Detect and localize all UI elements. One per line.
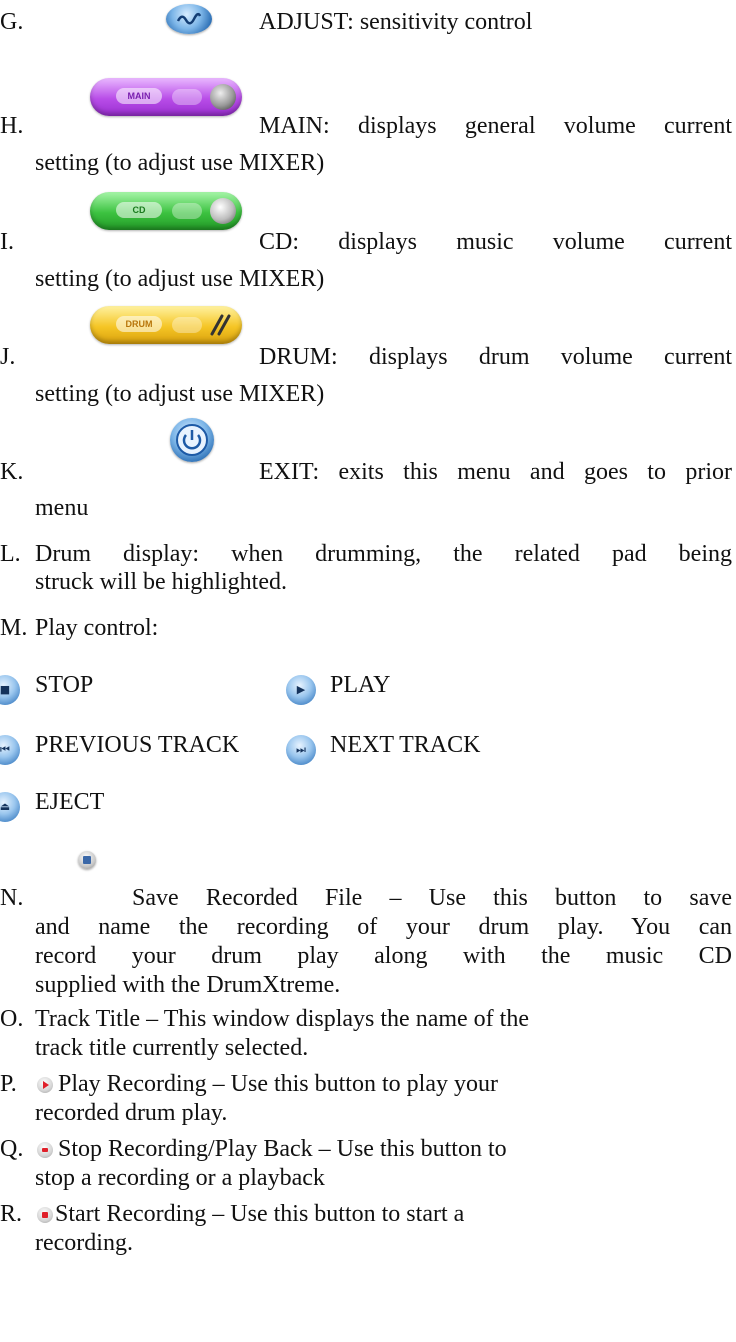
play-label: PLAY bbox=[330, 672, 391, 698]
adjust-icon[interactable] bbox=[166, 4, 212, 34]
play-recording-line2: recorded drum play. bbox=[35, 1100, 228, 1126]
item-letter: G. bbox=[0, 9, 24, 35]
item-letter: M. bbox=[0, 615, 28, 641]
drum-description-line1: DRUM: displays drum volume current bbox=[259, 344, 732, 370]
next-track-icon[interactable]: ⏭ bbox=[286, 735, 316, 765]
item-letter: P. bbox=[0, 1071, 17, 1097]
slider-track bbox=[172, 203, 202, 219]
cd-description-line2: setting (to adjust use MIXER) bbox=[35, 266, 325, 292]
cd-disc-icon[interactable] bbox=[210, 198, 236, 224]
start-recording-line2: recording. bbox=[35, 1230, 133, 1256]
save-description-line3: record your drum play along with the mus… bbox=[35, 943, 732, 969]
main-description-line2: setting (to adjust use MIXER) bbox=[35, 150, 325, 176]
item-letter: I. bbox=[0, 229, 14, 255]
play-recording-icon[interactable] bbox=[37, 1077, 53, 1093]
item-letter: H. bbox=[0, 113, 24, 139]
item-letter: K. bbox=[0, 459, 24, 485]
drum-display-line2: struck will be highlighted. bbox=[35, 569, 287, 595]
slider-track bbox=[172, 317, 202, 333]
main-description-line1: MAIN: displays general volume current bbox=[259, 113, 732, 139]
drumsticks-icon[interactable] bbox=[206, 310, 236, 340]
cd-slider-label: CD bbox=[116, 202, 162, 218]
stop-recording-icon[interactable] bbox=[37, 1142, 53, 1158]
item-letter: R. bbox=[0, 1201, 23, 1227]
main-slider-label: MAIN bbox=[116, 88, 162, 104]
play-recording-line1: Play Recording – Use this button to play… bbox=[58, 1071, 498, 1097]
start-recording-line1: Start Recording – Use this button to sta… bbox=[55, 1201, 465, 1227]
drum-volume-slider[interactable]: DRUM bbox=[90, 306, 242, 344]
slider-track bbox=[172, 89, 202, 105]
drum-slider-label: DRUM bbox=[116, 316, 162, 332]
save-description-line4: supplied with the DrumXtreme. bbox=[35, 972, 341, 998]
power-icon[interactable] bbox=[170, 418, 214, 462]
stop-icon[interactable]: ■ bbox=[0, 675, 20, 705]
previous-track-icon[interactable]: ⏮ bbox=[0, 735, 20, 765]
save-description-line2: and name the recording of your drum play… bbox=[35, 914, 732, 940]
adjust-description: ADJUST: sensitivity control bbox=[259, 9, 533, 35]
previous-track-label: PREVIOUS TRACK bbox=[35, 732, 240, 758]
track-title-line2: track title currently selected. bbox=[35, 1035, 309, 1061]
start-recording-icon[interactable] bbox=[37, 1207, 53, 1223]
stop-label: STOP bbox=[35, 672, 94, 698]
item-letter: J. bbox=[0, 344, 16, 370]
eject-icon[interactable]: ⏏ bbox=[0, 792, 20, 822]
drum-description-line2: setting (to adjust use MIXER) bbox=[35, 381, 325, 407]
stop-recording-line2: stop a recording or a playback bbox=[35, 1165, 325, 1191]
cd-description-line1: CD: displays music volume current bbox=[259, 229, 732, 255]
drum-display-line1: Drum display: when drumming, the related… bbox=[35, 541, 732, 567]
track-title-line1: Track Title – This window displays the n… bbox=[35, 1006, 529, 1032]
next-track-label: NEXT TRACK bbox=[330, 732, 481, 758]
eject-label: EJECT bbox=[35, 789, 105, 815]
item-letter: L. bbox=[0, 541, 21, 567]
play-control-heading: Play control: bbox=[35, 615, 159, 641]
play-icon[interactable]: ▶ bbox=[286, 675, 316, 705]
volume-knob-icon[interactable] bbox=[210, 84, 236, 110]
exit-description-line1: EXIT: exits this menu and goes to prior bbox=[259, 459, 732, 485]
exit-description-line2: menu bbox=[35, 495, 89, 521]
stop-recording-line1: Stop Recording/Play Back – Use this butt… bbox=[58, 1136, 507, 1162]
item-letter: Q. bbox=[0, 1136, 24, 1162]
save-description-line1: Save Recorded File – Use this button to … bbox=[132, 885, 732, 911]
cd-volume-slider[interactable]: CD bbox=[90, 192, 242, 230]
item-letter: N. bbox=[0, 885, 24, 911]
save-file-icon[interactable] bbox=[78, 851, 96, 869]
item-letter: O. bbox=[0, 1006, 24, 1032]
main-volume-slider[interactable]: MAIN bbox=[90, 78, 242, 116]
